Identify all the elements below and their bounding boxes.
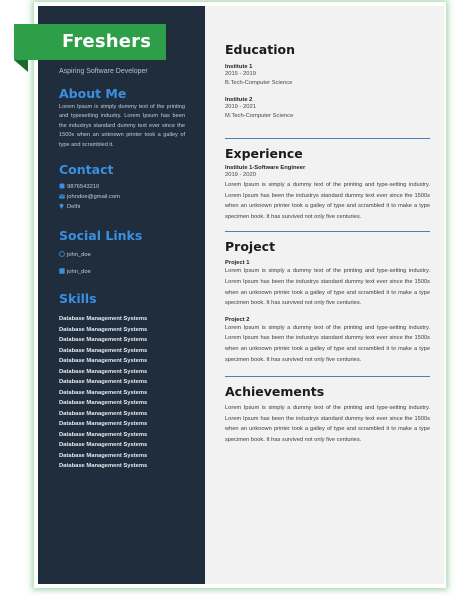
social-label-github: john_doe	[67, 252, 91, 259]
experience-years: 2019 - 2020	[225, 172, 256, 178]
email-value: johndoe@gmail.com	[67, 194, 120, 201]
about-heading: About Me	[59, 86, 127, 101]
skill-item: Database Management Systems	[59, 442, 148, 449]
education-degree: M.Tech-Computer Science	[225, 113, 294, 119]
education-years: 2015 - 2019	[225, 71, 256, 77]
experience-heading: Experience	[225, 146, 303, 161]
location-pin-icon	[59, 203, 67, 211]
contact-phone: 9876543210	[59, 182, 185, 192]
project-heading: Project	[225, 239, 276, 255]
skill-item: Database Management Systems	[59, 410, 148, 417]
social-label-linkedin: john_doe	[67, 269, 91, 276]
sidebar: Aspiring Software Developer About Me Lor…	[38, 6, 205, 584]
contact-heading: Contact	[59, 162, 114, 178]
contact-location: Delhi	[59, 202, 185, 212]
skill-item: Database Management Systems	[59, 347, 148, 354]
about-text: Lorem Ipsum is simply dummy text of the …	[59, 104, 185, 148]
phone-icon	[59, 183, 67, 191]
social-list: john_doe john_doe	[59, 249, 185, 278]
social-heading: Social Links	[59, 228, 143, 244]
mail-icon	[59, 193, 67, 201]
skill-item: Database Management Systems	[59, 379, 148, 386]
resume-page: Aspiring Software Developer About Me Lor…	[38, 6, 444, 584]
skill-item: Database Management Systems	[59, 337, 148, 344]
contact-email[interactable]: johndoe@gmail.com	[59, 192, 185, 202]
achievements-section: Achievements Lorem Ipsum is simply a dum…	[225, 384, 430, 445]
education-heading: Education	[225, 42, 295, 57]
skill-item: Database Management Systems	[59, 368, 148, 375]
achievements-text: Lorem Ipsum is simply a dummy text of th…	[225, 405, 430, 443]
skills-heading: Skills	[59, 291, 97, 307]
linkedin-icon	[59, 268, 67, 276]
section-divider	[225, 376, 430, 378]
education-degree: B.Tech-Computer Science	[225, 80, 293, 86]
education-item: Institute 1 2015 - 2019 B.Tech-Computer …	[225, 64, 430, 88]
sidebar-content: Aspiring Software Developer About Me Lor…	[59, 64, 185, 472]
github-icon	[59, 251, 67, 259]
education-item: Institute 2 2019 - 2021 M.Tech-Computer …	[225, 97, 430, 121]
project-text: Lorem Ipsum is simply a dummy text of th…	[225, 268, 430, 307]
skill-item: Database Management Systems	[59, 358, 148, 365]
experience-section: Experience Institute 1-Software Engineer…	[225, 146, 430, 222]
section-divider	[225, 231, 430, 233]
social-item-github[interactable]: john_doe	[59, 249, 185, 261]
social-item-linkedin[interactable]: john_doe	[59, 266, 185, 278]
skill-item: Database Management Systems	[59, 421, 148, 428]
education-years: 2019 - 2021	[225, 104, 256, 110]
skills-list: Database Management Systems Database Man…	[59, 314, 185, 472]
contact-list: 9876543210 johndoe@gmail.com Delhi	[59, 182, 185, 212]
skill-item: Database Management Systems	[59, 452, 148, 459]
job-title: Aspiring Software Developer	[59, 68, 148, 75]
phone-value: 9876543210	[67, 184, 100, 191]
project-text: Lorem Ipsum is simply a dummy text of th…	[225, 324, 430, 363]
ribbon-banner: Freshers	[14, 24, 166, 60]
skill-item: Database Management Systems	[59, 431, 148, 438]
skill-item: Database Management Systems	[59, 316, 148, 323]
section-divider	[225, 138, 430, 139]
project-section: Project Project 1 Lorem Ipsum is simply …	[225, 239, 430, 365]
education-section: Education Institute 1 2015 - 2019 B.Tech…	[225, 42, 430, 121]
skill-item: Database Management Systems	[59, 326, 148, 333]
ribbon-fold	[14, 60, 28, 72]
skill-item: Database Management Systems	[59, 400, 148, 407]
skill-item: Database Management Systems	[59, 389, 148, 396]
achievements-heading: Achievements	[225, 384, 325, 400]
main-content: Education Institute 1 2015 - 2019 B.Tech…	[205, 6, 444, 584]
skill-item: Database Management Systems	[59, 463, 148, 470]
location-value: Delhi	[67, 204, 81, 211]
experience-text: Lorem Ipsum is simply a dummy text of th…	[225, 182, 430, 220]
